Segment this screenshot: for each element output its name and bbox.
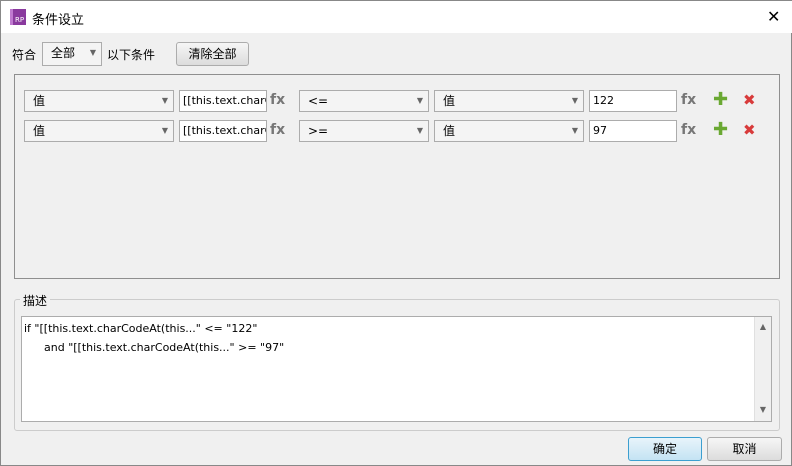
ok-button[interactable]: 确定 [628,437,702,461]
delete-condition-icon[interactable]: ✖ [743,91,756,109]
fx-icon[interactable]: fx [681,92,696,108]
right-type-select[interactable]: 值 ▼ [434,90,584,112]
right-type-value: 值 [443,94,456,108]
left-type-select[interactable]: 值 ▼ [24,120,174,142]
operator-value: <= [308,94,329,108]
left-value-input[interactable]: [[this.text.charCo [179,90,267,112]
operator-select[interactable]: <= ▼ [299,90,429,112]
left-type-select[interactable]: 值 ▼ [24,90,174,112]
add-condition-icon[interactable]: ✚ [713,89,728,110]
suffix-label: 以下条件 [107,48,156,62]
right-type-select[interactable]: 值 ▼ [434,120,584,142]
chevron-down-icon: ▼ [571,126,578,135]
delete-condition-icon[interactable]: ✖ [743,121,756,139]
fx-icon[interactable]: fx [270,122,285,138]
description-line: and "[[this.text.charCodeAt(this..." >= … [44,341,285,354]
match-value: 全部 [51,46,76,60]
match-select[interactable]: 全部 ▼ [42,42,102,66]
chevron-down-icon: ▼ [161,96,168,105]
operator-select[interactable]: >= ▼ [299,120,429,142]
close-button[interactable]: ✕ [767,7,780,26]
right-type-value: 值 [443,124,456,138]
title-bar [1,1,792,33]
operator-value: >= [308,124,329,138]
left-type-value: 值 [33,124,46,138]
clear-all-button[interactable]: 清除全部 [176,42,249,66]
description-label: 描述 [20,292,51,309]
right-value-input[interactable]: 97 [589,120,677,142]
description-textarea[interactable]: if "[[this.text.charCodeAt(this..." <= "… [21,316,772,422]
right-value-input[interactable]: 122 [589,90,677,112]
chevron-down-icon: ▼ [89,48,96,57]
chevron-down-icon: ▼ [571,96,578,105]
chevron-down-icon: ▼ [161,126,168,135]
cancel-button[interactable]: 取消 [707,437,782,461]
match-label: 符合 [12,48,37,62]
left-type-value: 值 [33,94,46,108]
fx-icon[interactable]: fx [270,92,285,108]
window-title: 条件设立 [32,13,85,28]
app-logo-icon: RP [10,9,26,25]
chevron-down-icon: ▼ [416,96,423,105]
fx-icon[interactable]: fx [681,122,696,138]
description-line: if "[[this.text.charCodeAt(this..." <= "… [24,322,258,335]
chevron-down-icon: ▼ [416,126,423,135]
add-condition-icon[interactable]: ✚ [713,119,728,140]
left-value-input[interactable]: [[this.text.charCo [179,120,267,142]
scrollbar[interactable]: ▲ ▼ [754,317,771,421]
